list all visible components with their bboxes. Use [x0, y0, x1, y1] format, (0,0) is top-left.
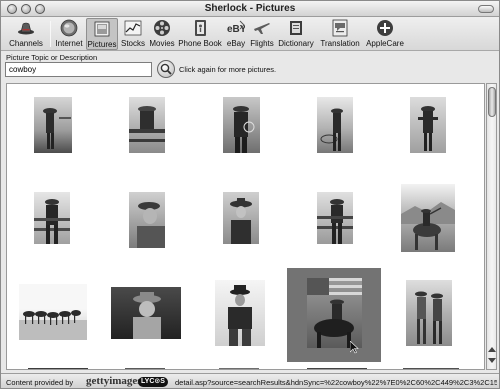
- hat-icon: [18, 22, 34, 35]
- applecare-icon: [377, 20, 393, 36]
- svg-text:eBY: eBY: [227, 24, 245, 35]
- stocks-chart-icon: [124, 20, 142, 36]
- toolbar-label: Phone Book: [178, 39, 222, 48]
- search-label: Picture Topic or Description: [6, 53, 98, 62]
- toolbar-label: Internet: [55, 39, 83, 48]
- toolbar-label: Translation: [320, 39, 360, 48]
- scroll-down-arrow-icon[interactable]: [488, 358, 496, 363]
- result-thumbnail[interactable]: [410, 97, 446, 153]
- result-thumbnail[interactable]: [307, 368, 367, 369]
- result-thumbnail[interactable]: [401, 184, 455, 252]
- result-thumbnail[interactable]: [403, 368, 459, 369]
- globe-icon: [60, 19, 78, 37]
- toolbar-label: Channels: [9, 39, 43, 48]
- airplane-icon: [254, 23, 270, 34]
- toolbar-phone-book[interactable]: Phone Book: [178, 18, 222, 50]
- result-thumbnail[interactable]: [307, 278, 362, 348]
- translation-icon: [332, 19, 348, 37]
- credit-text: Content provided by: [6, 378, 74, 387]
- pictures-icon: [94, 21, 110, 37]
- result-thumbnail[interactable]: [34, 97, 72, 153]
- toolbar-label: Movies: [149, 39, 175, 48]
- toolbar-pictures[interactable]: Pictures: [86, 18, 118, 50]
- toolbar-label: AppleCare: [366, 39, 404, 48]
- search-button[interactable]: [157, 60, 175, 78]
- results-grid: [6, 83, 485, 370]
- toolbar-channels[interactable]: Channels: [4, 18, 48, 50]
- result-thumbnail[interactable]: [34, 192, 70, 244]
- film-reel-icon: [154, 20, 170, 36]
- search-hint: Click again for more pictures.: [179, 65, 277, 74]
- magnifier-icon: [160, 63, 172, 75]
- toolbar-label: eBay: [226, 39, 246, 48]
- toolbar-applecare[interactable]: AppleCare: [365, 18, 405, 50]
- result-thumbnail[interactable]: [223, 192, 259, 244]
- result-thumbnail[interactable]: [219, 368, 259, 369]
- dictionary-icon: [290, 21, 302, 35]
- lycos-logo[interactable]: LYC⊙S: [138, 377, 168, 387]
- result-thumbnail[interactable]: [317, 97, 353, 153]
- search-input[interactable]: [5, 62, 152, 77]
- result-thumbnail[interactable]: [129, 97, 165, 153]
- channel-toolbar: Channels Internet Pictures Stocks Movies…: [1, 17, 499, 51]
- result-thumbnail[interactable]: [406, 280, 452, 346]
- result-thumbnail[interactable]: [223, 97, 260, 153]
- result-thumbnail[interactable]: [111, 287, 181, 339]
- result-thumbnail[interactable]: [28, 368, 88, 369]
- toolbar-movies[interactable]: Movies: [149, 18, 175, 50]
- result-thumbnail[interactable]: [19, 284, 87, 340]
- toolbar-translation[interactable]: Translation: [318, 18, 362, 50]
- toolbar-toggle-button[interactable]: [478, 5, 494, 13]
- status-footer: Content provided by gettyimages LYC⊙S de…: [1, 373, 499, 388]
- toolbar-label: Dictionary: [278, 39, 314, 48]
- cursor-arrow-icon: [350, 341, 359, 354]
- toolbar-label: Flights: [250, 39, 274, 48]
- status-url: detail.asp?source=searchResults&hdnSync=…: [175, 378, 497, 387]
- result-thumbnail[interactable]: [215, 280, 265, 346]
- results-scrollbar[interactable]: [486, 83, 497, 370]
- phone-book-icon: [195, 20, 206, 36]
- toolbar-label: Pictures: [87, 40, 117, 49]
- scrollbar-thumb[interactable]: [488, 87, 496, 117]
- sherlock-window: Sherlock - Pictures Channels Internet Pi…: [0, 0, 500, 389]
- toolbar-stocks[interactable]: Stocks: [120, 18, 146, 50]
- toolbar-flights[interactable]: Flights: [250, 18, 274, 50]
- gettyimages-logo[interactable]: gettyimages: [86, 375, 142, 387]
- toolbar-internet[interactable]: Internet: [54, 18, 84, 50]
- ebay-icon: eBY: [227, 20, 245, 35]
- title-bar[interactable]: Sherlock - Pictures: [1, 1, 499, 17]
- toolbar-label: Stocks: [120, 39, 145, 48]
- result-thumbnail[interactable]: [129, 192, 165, 248]
- result-thumbnail[interactable]: [317, 192, 353, 244]
- scroll-up-arrow-icon[interactable]: [488, 347, 496, 352]
- result-thumbnail[interactable]: [125, 368, 165, 369]
- toolbar-dictionary[interactable]: Dictionary: [277, 18, 315, 50]
- window-title: Sherlock - Pictures: [204, 3, 296, 14]
- toolbar-ebay[interactable]: eBY eBay: [224, 18, 248, 50]
